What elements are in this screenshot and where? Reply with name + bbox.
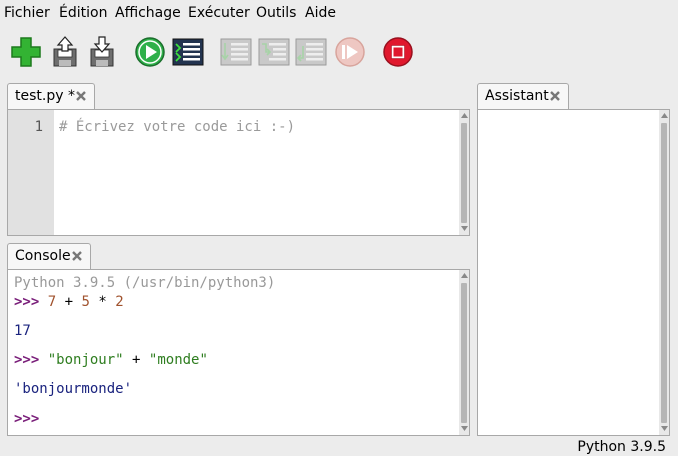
resume-button[interactable] — [334, 36, 366, 68]
open-file-icon — [53, 36, 77, 67]
new-file-button[interactable] — [10, 36, 42, 68]
menu-edition[interactable]: Édition — [59, 4, 107, 22]
plus-icon — [11, 37, 41, 67]
scroll-down-icon[interactable] — [461, 426, 468, 431]
scroll-up-icon[interactable] — [661, 113, 668, 118]
number: 2 — [115, 294, 124, 310]
open-file-button[interactable] — [49, 36, 81, 68]
step-out-button[interactable] — [295, 36, 327, 68]
prompt: >>> — [14, 294, 40, 310]
resume-icon — [335, 37, 365, 67]
step-into-button[interactable] — [258, 36, 290, 68]
menu-executer[interactable]: Exécuter — [188, 4, 250, 22]
console-scroll-thumb[interactable] — [461, 283, 467, 423]
save-file-button[interactable] — [86, 36, 118, 68]
tab-editor-label: test.py * — [15, 88, 75, 104]
scroll-down-icon[interactable] — [661, 426, 668, 431]
string: "bonjour" — [47, 352, 124, 368]
tab-console[interactable]: Console — [7, 243, 91, 269]
play-icon — [135, 37, 165, 67]
debug-icon — [172, 38, 204, 66]
close-icon[interactable] — [74, 89, 88, 103]
debug-button[interactable] — [172, 36, 204, 68]
menu-affichage[interactable]: Affichage — [115, 4, 181, 22]
menu-outils[interactable]: Outils — [256, 4, 296, 22]
close-icon[interactable] — [548, 89, 562, 103]
scroll-up-icon[interactable] — [461, 113, 468, 118]
tab-editor-test-py[interactable]: test.py * — [7, 83, 95, 109]
step-over-button[interactable] — [220, 36, 252, 68]
assistant-scroll-thumb[interactable] — [661, 123, 667, 423]
operator: + — [64, 294, 74, 310]
prompt: >>> — [14, 411, 40, 427]
operator: * — [98, 294, 107, 310]
console-output-2: 'bonjourmonde' — [14, 381, 133, 397]
console-input-line-2: >>> "bonjour" + "monde" — [14, 351, 208, 369]
step-into-icon — [258, 38, 290, 66]
tab-console-label: Console — [15, 248, 71, 264]
string: "monde" — [148, 352, 208, 368]
console-panel[interactable]: Python 3.9.5 (/usr/bin/python3) >>> 7 + … — [7, 269, 470, 436]
console-input-line-1: >>> 7 + 5 * 2 — [14, 293, 124, 311]
line-number: 1 — [34, 119, 43, 135]
code-editor[interactable]: 1 # Écrivez votre code ici :-) — [7, 109, 470, 236]
code-comment[interactable]: # Écrivez votre code ici :-) — [59, 118, 295, 136]
console-banner: Python 3.9.5 (/usr/bin/python3) — [14, 275, 276, 291]
stop-button[interactable] — [382, 36, 414, 68]
tab-assistant[interactable]: Assistant — [477, 83, 569, 109]
step-out-icon — [295, 38, 327, 66]
assistant-panel — [477, 109, 670, 436]
menu-fichier[interactable]: Fichier — [4, 4, 50, 22]
number: 5 — [81, 294, 90, 310]
run-button[interactable] — [134, 36, 166, 68]
line-number-gutter: 1 — [8, 110, 54, 235]
menu-bar: Fichier Édition Affichage Exécuter Outil… — [0, 0, 678, 26]
editor-scrollbar[interactable] — [459, 110, 469, 235]
editor-scroll-thumb[interactable] — [461, 123, 467, 223]
operator: + — [132, 352, 141, 368]
close-icon[interactable] — [70, 249, 84, 263]
save-file-icon — [90, 36, 114, 67]
menu-aide[interactable]: Aide — [305, 4, 336, 22]
scroll-up-icon[interactable] — [461, 273, 468, 278]
prompt: >>> — [14, 352, 40, 368]
tab-assistant-label: Assistant — [485, 88, 549, 104]
console-prompt-line[interactable]: >>> — [14, 410, 39, 428]
status-interpreter[interactable]: Python 3.9.5 — [577, 439, 666, 456]
console-scrollbar[interactable] — [459, 270, 469, 435]
step-over-icon — [220, 38, 252, 66]
stop-icon — [383, 37, 413, 67]
console-output-1: 17 — [14, 323, 31, 339]
scroll-down-icon[interactable] — [461, 226, 468, 231]
number: 7 — [47, 294, 57, 310]
assistant-scrollbar[interactable] — [659, 110, 669, 435]
